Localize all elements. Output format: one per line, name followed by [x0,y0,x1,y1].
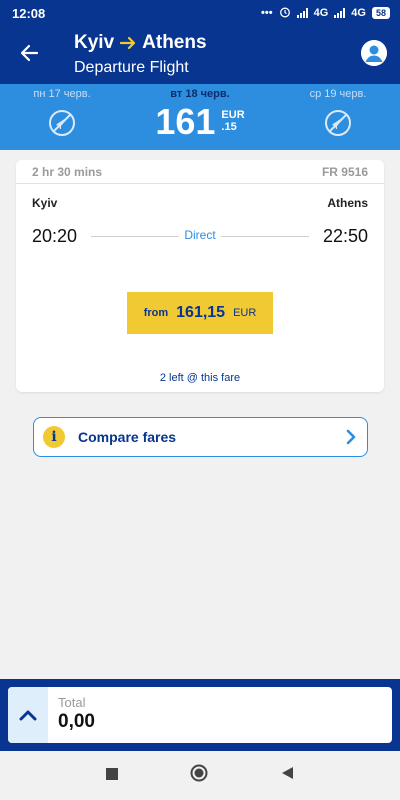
network-label: 4G [351,7,366,19]
page-subtitle: Departure Flight [74,59,189,76]
price-currency: EUR [221,109,245,121]
select-fare-button[interactable]: from 161,15 EUR [127,292,273,334]
departure-time: 20:20 [32,226,78,246]
home-circle-icon [190,764,208,782]
no-flights-icon [49,110,75,136]
fare-currency: EUR [233,307,257,319]
date-selector: пн 17 черв. вт 18 черв. 161 EUR .15 ср 1… [0,84,400,150]
stops-label: Direct [178,228,222,242]
arrival-city: Athens [327,196,368,210]
no-flights-icon [325,110,351,136]
destination-label: Athens [142,32,207,53]
profile-button[interactable] [361,40,387,66]
total-panel: Total 0,00 [8,687,392,743]
flight-cities: Kyiv Athens [16,196,384,210]
price-decimal: .15 [221,121,237,133]
compare-fares-button[interactable]: i Compare fares [33,417,368,457]
user-icon [361,40,387,66]
battery-icon: 58 [371,7,390,19]
arrival-time: 22:50 [322,226,368,246]
total-label: Total [58,695,86,710]
seats-left-note: 2 left @ this fare [159,372,241,384]
home-button[interactable] [190,764,208,787]
recent-apps-button[interactable] [106,767,118,785]
selected-date-label: вт 18 черв. [170,88,230,100]
prev-date-label: пн 17 черв. [33,88,91,100]
departure-city: Kyiv [32,196,58,210]
date-option-selected[interactable]: вт 18 черв. 161 EUR .15 [100,84,300,150]
flight-number: FR 9516 [321,164,368,179]
route-title: Kyiv Athens [74,32,207,54]
back-nav-button[interactable] [280,766,294,785]
date-option-next[interactable]: ср 19 черв. [288,84,388,150]
flight-times: 20:20 Direct 22:50 [16,226,384,247]
status-time: 12:08 [12,5,46,21]
flight-duration: 2 hr 30 mins [32,164,103,179]
info-icon: i [43,426,65,448]
total-text: Total 0,00 [48,687,95,743]
back-arrow-icon [20,44,39,62]
price-integer: 161 [155,101,216,142]
fare-amount: 161,15 [176,304,226,321]
status-bar: 12:08 ••• 4G 4G 58 [0,0,400,26]
flight-path-line: Direct [91,228,309,242]
triangle-back-icon [282,767,293,779]
app-header: Kyiv Athens Departure Flight [0,26,400,84]
fare-prefix: from [143,307,169,319]
more-dots-icon: ••• [261,7,273,19]
next-date-label: ср 19 черв. [309,88,367,100]
back-button[interactable] [16,40,42,66]
total-bar: Total 0,00 [0,679,400,751]
selected-date-price: 161 EUR .15 [100,102,300,142]
chevron-up-icon [19,710,37,721]
alarm-icon [279,6,291,21]
square-icon [106,767,118,780]
network-label: 4G [313,7,329,19]
route-arrow-icon [120,36,136,50]
signal-icon [296,8,308,18]
total-value: 0,00 [58,711,95,732]
compare-fares-label: Compare fares [78,429,177,445]
chevron-right-icon [345,429,357,445]
system-nav-bar [0,751,400,800]
status-icons: ••• 4G 4G 58 [261,6,390,21]
signal-icon [334,8,346,18]
flight-card[interactable]: 2 hr 30 mins FR 9516 Kyiv Athens 20:20 D… [16,160,384,392]
flight-card-header: 2 hr 30 mins FR 9516 [16,160,384,184]
date-option-prev[interactable]: пн 17 черв. [12,84,112,150]
origin-label: Kyiv [74,32,115,53]
expand-total-button[interactable] [8,687,48,743]
